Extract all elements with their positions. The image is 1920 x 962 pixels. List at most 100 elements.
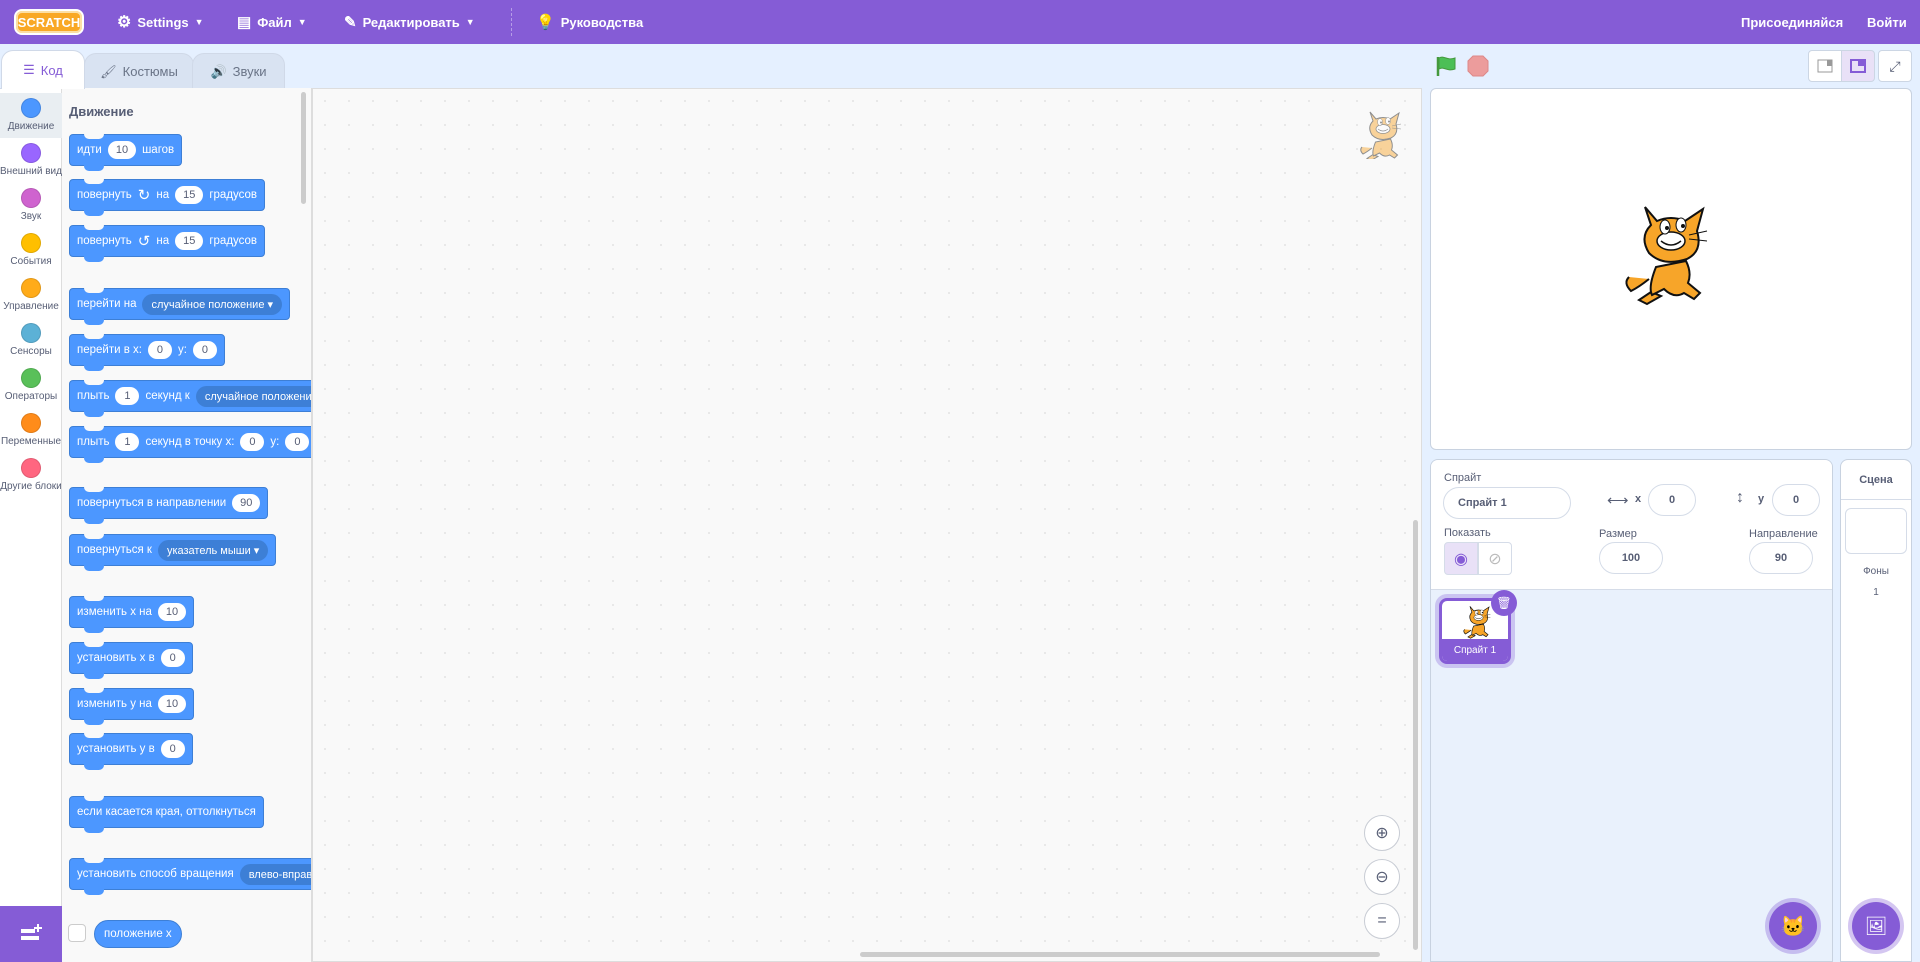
- stage[interactable]: [1430, 88, 1912, 450]
- tab-code[interactable]: ☰ Код: [1, 50, 85, 89]
- category-2[interactable]: Внешний вид: [0, 138, 62, 183]
- tab-sounds[interactable]: 🔊 Звуки: [192, 53, 285, 89]
- motion-block[interactable]: идти 10 шагов: [69, 134, 183, 171]
- motion-block[interactable]: повернуть ↺ на 15 градусов: [69, 225, 266, 262]
- motion-block[interactable]: повернуться в направлении 90: [69, 487, 269, 524]
- block-dropdown[interactable]: влево-вправо: [239, 863, 311, 885]
- delete-sprite-button[interactable]: 🗑: [1491, 590, 1517, 616]
- zoom-in-button[interactable]: ⊕: [1364, 815, 1400, 851]
- cat-sprite[interactable]: [1621, 197, 1717, 307]
- category-label: Внешний вид: [0, 166, 62, 177]
- add-extension-button[interactable]: [0, 906, 62, 962]
- join-button[interactable]: Присоединяйся: [1741, 0, 1843, 44]
- category-5[interactable]: Управление: [0, 273, 62, 318]
- category-7[interactable]: Операторы: [0, 363, 62, 408]
- block-text: изменить x на: [77, 606, 152, 618]
- category-4[interactable]: События: [0, 228, 62, 273]
- motion-block[interactable]: установить x в 0: [69, 642, 193, 679]
- block-input[interactable]: 1: [115, 387, 140, 405]
- category-9[interactable]: Другие блоки: [0, 453, 62, 498]
- block-text: плыть: [77, 390, 110, 402]
- block-input[interactable]: 0: [285, 433, 310, 451]
- zoom-out-icon: ⊖: [1375, 869, 1389, 886]
- block-input[interactable]: 0: [240, 433, 265, 451]
- block-input[interactable]: 10: [157, 603, 187, 621]
- block-input[interactable]: 10: [157, 695, 187, 713]
- category-dot-icon: [21, 278, 41, 298]
- y-input[interactable]: 0: [1772, 484, 1820, 516]
- zoom-out-button[interactable]: ⊖: [1364, 859, 1400, 895]
- direction-input[interactable]: 90: [1749, 542, 1813, 574]
- caret-down-icon: ▼: [297, 17, 307, 27]
- signin-button[interactable]: Войти: [1867, 0, 1907, 44]
- horizontal-scrollbar[interactable]: [860, 952, 1380, 957]
- motion-block[interactable]: если касается края, оттолкнуться: [69, 796, 264, 833]
- block-text: y:: [177, 344, 187, 356]
- category-dot-icon: [21, 323, 41, 343]
- edit-menu[interactable]: ✎ Редактировать ▼: [344, 0, 475, 44]
- category-8[interactable]: Переменные: [0, 408, 62, 453]
- tutorials-button[interactable]: 💡 Руководства: [536, 0, 643, 44]
- motion-block[interactable]: плыть 1 секунд в точку x: 0 y: 0: [69, 426, 311, 463]
- scratch-logo[interactable]: SCRATCH: [14, 9, 84, 35]
- sprite-watermark-icon: [1360, 111, 1402, 159]
- block-input[interactable]: 10: [107, 141, 137, 159]
- block-input[interactable]: 15: [175, 186, 204, 204]
- motion-block[interactable]: перейти на случайное положение: [69, 288, 291, 325]
- block-text: если касается края, оттолкнуться: [77, 806, 256, 818]
- motion-block[interactable]: плыть 1 секунд к случайное положение: [69, 380, 311, 417]
- tab-label: Костюмы: [122, 64, 178, 79]
- block-text: градусов: [209, 189, 258, 201]
- size-input[interactable]: 100: [1599, 542, 1663, 574]
- x-input[interactable]: 0: [1648, 484, 1696, 516]
- motion-block[interactable]: перейти в x: 0 y: 0: [69, 334, 225, 371]
- category-menu: Движение Внешний вид Звук События Управление…: [0, 88, 62, 906]
- block-text: секунд к: [145, 390, 190, 402]
- palette-scrollbar[interactable]: [301, 92, 306, 204]
- settings-menu[interactable]: ⚙ Settings ▼: [117, 0, 204, 44]
- motion-block[interactable]: изменить y на 10: [69, 688, 195, 725]
- reporter-checkbox[interactable]: [68, 924, 86, 942]
- vertical-scrollbar[interactable]: [1413, 520, 1418, 950]
- block-input[interactable]: 0: [160, 649, 185, 667]
- stop-icon[interactable]: [1466, 54, 1490, 78]
- tab-costumes[interactable]: 🖌 Костюмы: [84, 53, 194, 89]
- zoom-reset-button[interactable]: =: [1364, 903, 1400, 939]
- category-3[interactable]: Звук: [0, 183, 62, 228]
- block-input[interactable]: 0: [147, 341, 172, 359]
- motion-block[interactable]: повернуться к указатель мыши: [69, 534, 277, 571]
- add-backdrop-button[interactable]: 🖼: [1852, 902, 1900, 950]
- block-input[interactable]: 0: [160, 740, 185, 758]
- motion-block[interactable]: повернуть ↻ на 15 градусов: [69, 179, 266, 216]
- block-input[interactable]: 15: [175, 232, 204, 250]
- file-menu[interactable]: ▤ Файл ▼: [237, 0, 307, 44]
- block-text: идти: [77, 144, 102, 156]
- block-input[interactable]: 0: [192, 341, 217, 359]
- script-area[interactable]: [312, 88, 1422, 962]
- block-input[interactable]: 90: [232, 494, 261, 512]
- add-sprite-button[interactable]: 🐱: [1769, 902, 1817, 950]
- show-sprite-button[interactable]: ◉: [1444, 542, 1478, 575]
- block-dropdown[interactable]: случайное положение: [142, 293, 283, 315]
- stage-selector[interactable]: Сцена Фоны 1: [1840, 459, 1912, 962]
- join-label: Присоединяйся: [1741, 14, 1844, 30]
- motion-block[interactable]: установить y в 0: [69, 733, 193, 770]
- block-dropdown[interactable]: указатель мыши: [157, 539, 269, 561]
- sprite-info-panel: Спрайт Спрайт 1 ⟷ x 0 ↕ y 0 Показать ◉ ⊘…: [1430, 459, 1833, 962]
- hide-sprite-button[interactable]: ⊘: [1478, 542, 1512, 575]
- motion-block[interactable]: установить способ вращения влево-вправо: [69, 858, 311, 895]
- normal-stage-button[interactable]: [1841, 50, 1875, 82]
- reporter-position-x[interactable]: положение x: [94, 920, 182, 948]
- category-1[interactable]: Движение: [0, 93, 62, 138]
- fullscreen-button[interactable]: ⤢: [1878, 50, 1912, 82]
- stage-thumbnail[interactable]: [1845, 508, 1907, 554]
- small-stage-button[interactable]: [1808, 50, 1842, 82]
- green-flag-icon[interactable]: [1434, 54, 1458, 78]
- category-dot-icon: [21, 458, 41, 478]
- block-text: шагов: [142, 144, 175, 156]
- block-input[interactable]: 1: [115, 433, 140, 451]
- sprite-name-input[interactable]: Спрайт 1: [1443, 487, 1571, 519]
- motion-block[interactable]: изменить x на 10: [69, 596, 195, 633]
- category-6[interactable]: Сенсоры: [0, 318, 62, 363]
- block-dropdown[interactable]: случайное положение: [195, 385, 311, 407]
